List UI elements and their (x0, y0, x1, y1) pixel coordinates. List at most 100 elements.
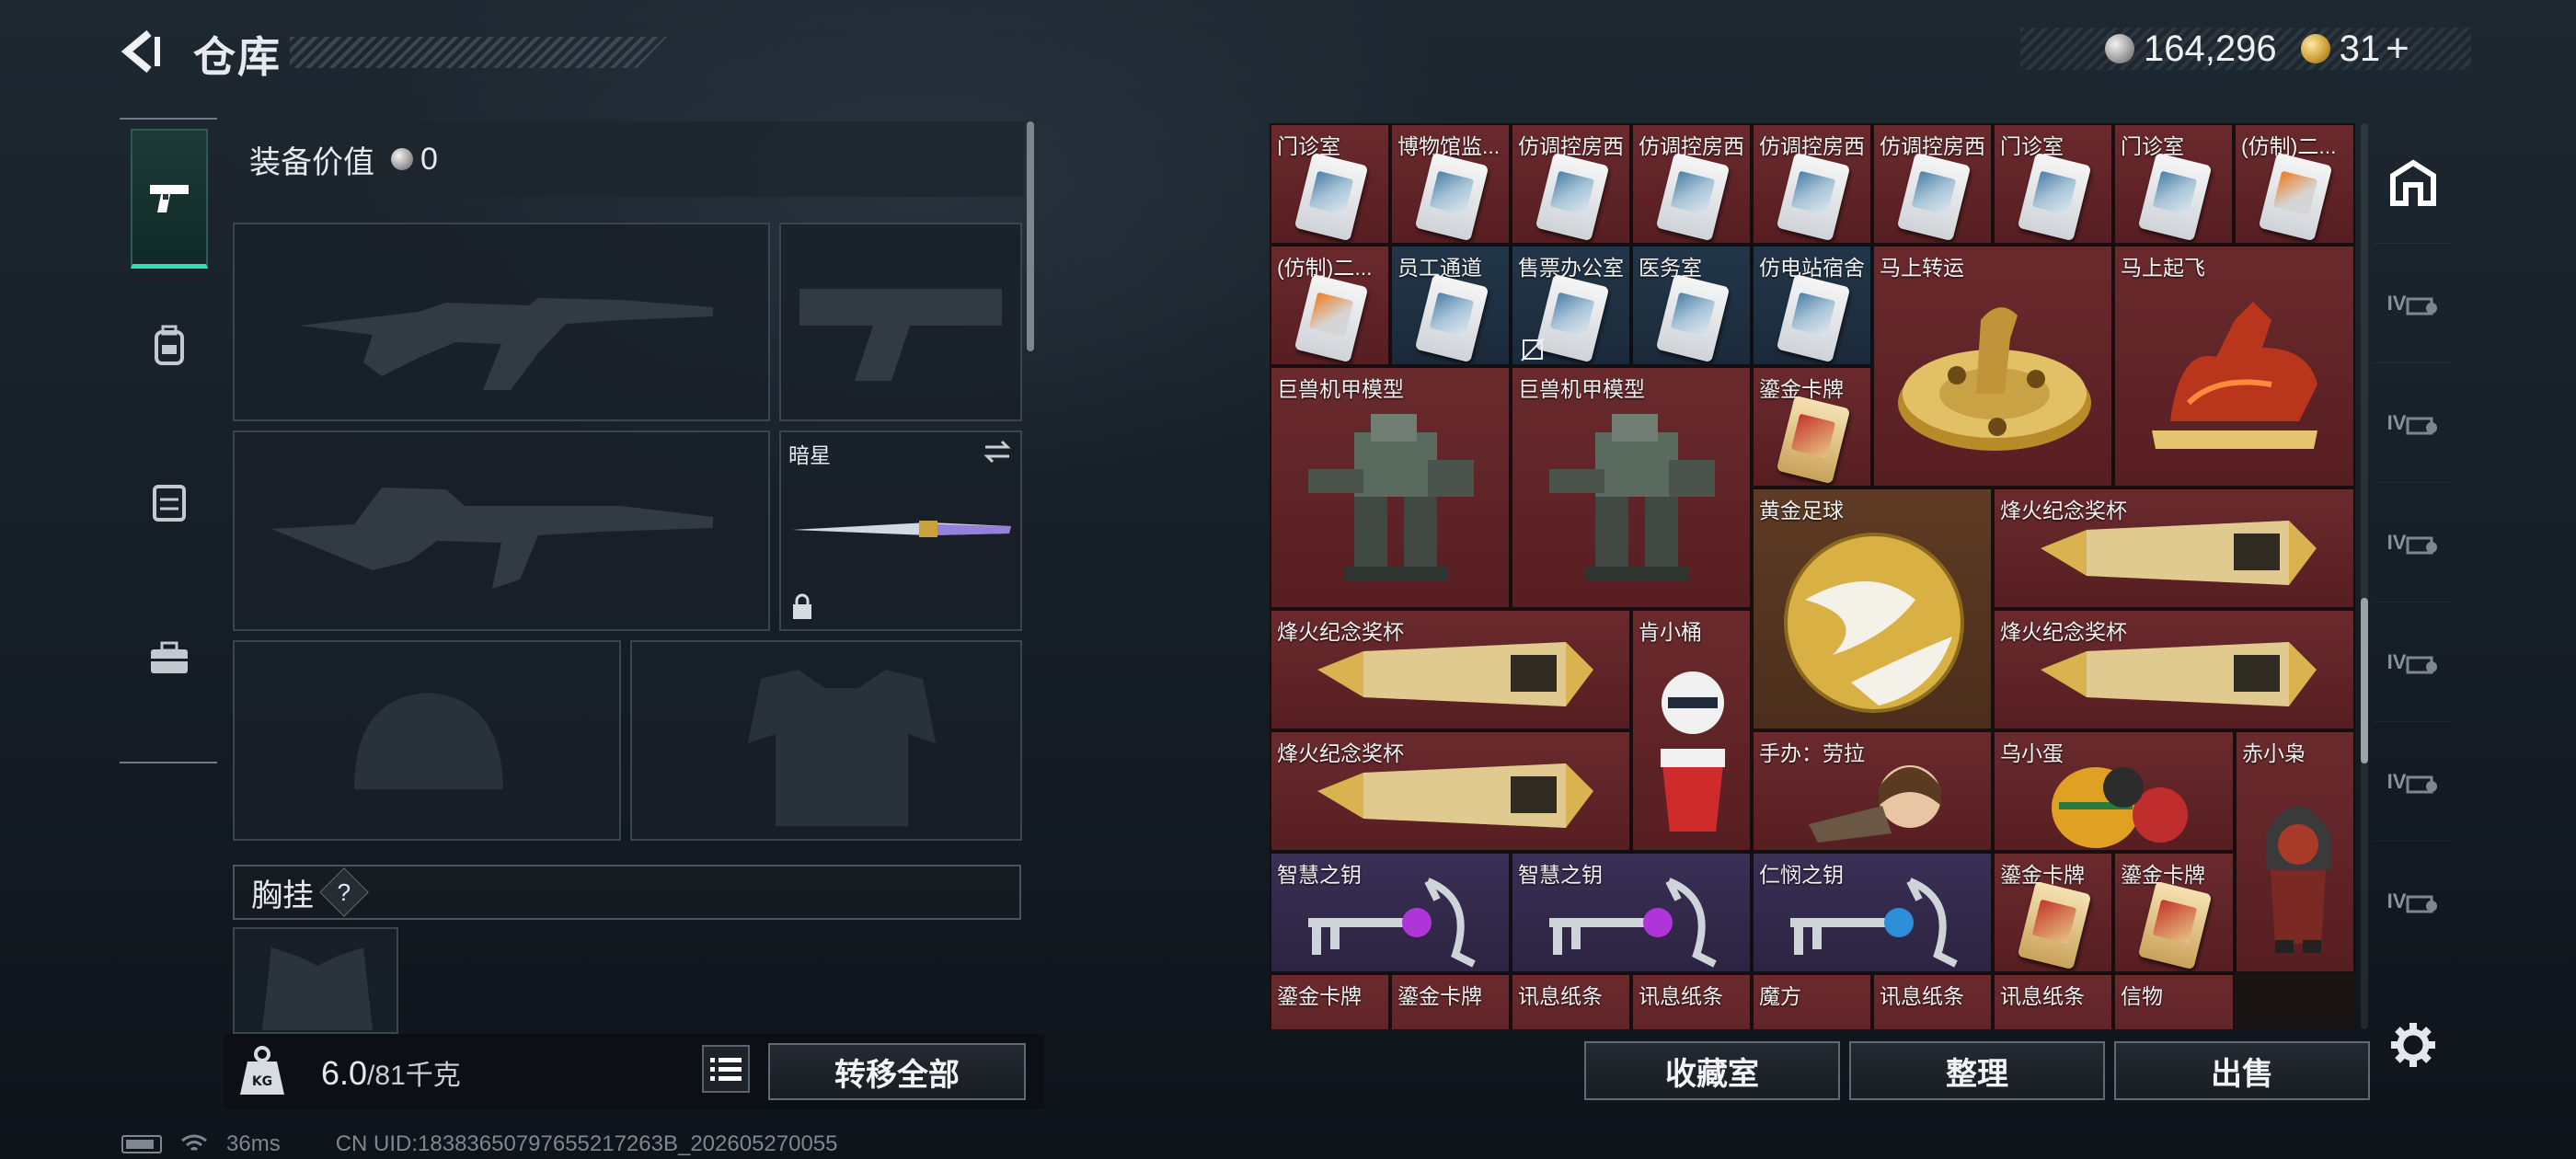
item-cell[interactable]: 烽火纪念奖杯 (1993, 609, 2355, 730)
item-cell[interactable]: 手办：劳拉 (1752, 730, 1993, 852)
armor-slot[interactable] (630, 640, 1022, 841)
weight-kg-icon: KG (240, 1046, 284, 1095)
item-cell[interactable]: 鎏金卡牌 (1270, 973, 1390, 1029)
sort-button[interactable]: 整理 (1849, 1041, 2105, 1100)
add-currency-button[interactable]: + (2386, 26, 2409, 72)
chest-rig-header: 胸挂 ? (233, 865, 1021, 920)
helmet-slot[interactable] (233, 640, 621, 841)
item-name: 讯息纸条 (1518, 984, 1603, 1008)
sidearm-slot[interactable] (779, 223, 1022, 421)
keycard-image (1414, 152, 1489, 242)
locked-storage-icon (2406, 656, 2438, 673)
ping-value: 36ms (226, 1131, 281, 1156)
item-cell[interactable]: 仿调控房西 (1631, 123, 1752, 245)
item-name: 马上转运 (1880, 256, 1964, 280)
item-cell[interactable]: 讯息纸条 (1631, 973, 1752, 1029)
item-name: 门诊室 (1277, 134, 1340, 158)
golden-football-image (1784, 533, 1964, 713)
storage-tab-6[interactable]: IV (2374, 841, 2453, 960)
key-image (1308, 878, 1476, 968)
item-cell[interactable]: 鎏金卡牌 (1993, 852, 2113, 973)
storage-tabs: IV IV IV IV IV IV (2374, 123, 2453, 1029)
item-cell[interactable]: 烽火纪念奖杯 (1270, 730, 1631, 852)
list-icon (710, 1058, 742, 1081)
storage-scrollbar-thumb[interactable] (2361, 598, 2368, 763)
laura-figure-image (1809, 765, 1941, 843)
item-cell[interactable]: 门诊室 (1993, 123, 2113, 245)
item-cell[interactable]: 售票办公室 (1511, 245, 1631, 366)
keycard-image (1896, 152, 1972, 242)
item-cell[interactable]: 门诊室 (2113, 123, 2234, 245)
storage-tab-2[interactable]: IV (2374, 362, 2453, 482)
item-cell[interactable]: 鎏金卡牌 (1390, 973, 1511, 1029)
item-cell[interactable]: (仿制)二... (1270, 245, 1390, 366)
storage-tab-level: IV (2386, 291, 2407, 315)
storage-tab-main[interactable] (2374, 123, 2453, 243)
item-cell[interactable]: 智慧之钥 (1511, 852, 1752, 973)
item-cell[interactable]: 讯息纸条 (1872, 973, 1993, 1029)
item-cell[interactable]: 巨兽机甲模型 (1270, 366, 1511, 609)
melee-slot[interactable]: 暗星 (779, 430, 1022, 631)
transfer-all-button[interactable]: 转移全部 (768, 1043, 1026, 1100)
keycard-image (1294, 152, 1369, 242)
item-cell[interactable]: 巨兽机甲模型 (1511, 366, 1752, 609)
item-cell[interactable]: 烽火纪念奖杯 (1993, 488, 2355, 609)
rifle-silhouette-icon (299, 298, 713, 390)
left-side-nav (120, 118, 217, 763)
item-cell[interactable]: 仿调控房西 (1511, 123, 1631, 245)
item-cell[interactable]: 乌小蛋 (1993, 730, 2235, 852)
backpack-icon (155, 325, 184, 365)
item-cell[interactable]: 肯小桶 (1631, 609, 1752, 852)
storage-tab-level: IV (2386, 410, 2407, 434)
item-cell[interactable]: 信物 (2113, 973, 2235, 1029)
item-cell[interactable]: (仿制)二... (2234, 123, 2355, 245)
item-cell[interactable]: 烽火纪念奖杯 (1270, 609, 1631, 730)
item-cell[interactable]: 鎏金卡牌 (1752, 366, 1872, 488)
mecha-model-image (1308, 414, 1474, 581)
storage-tab-4[interactable]: IV (2374, 602, 2453, 721)
nav-weapons[interactable] (131, 129, 208, 269)
item-cell[interactable]: 智慧之钥 (1270, 852, 1511, 973)
item-cell[interactable]: 马上转运 (1872, 245, 2113, 488)
primary-weapon-slot[interactable] (233, 223, 770, 421)
chest-rig-slot[interactable] (233, 927, 398, 1034)
item-cell[interactable]: 博物馆监... (1390, 123, 1511, 245)
armor-silhouette-icon (748, 670, 936, 826)
equipment-scrollbar[interactable] (1027, 121, 1034, 351)
item-name: 讯息纸条 (1880, 984, 1964, 1008)
storage-tab-5[interactable]: IV (2374, 721, 2453, 841)
collection-room-button[interactable]: 收藏室 (1584, 1041, 1840, 1100)
help-button[interactable]: ? (319, 867, 369, 917)
nav-toolbox[interactable] (131, 589, 208, 729)
item-cell[interactable]: 赤小枭 (2235, 730, 2355, 973)
storage-tab-1[interactable]: IV (2374, 243, 2453, 362)
item-cell[interactable]: 仿调控房西 (1752, 123, 1872, 245)
item-cell[interactable]: 仿调控房西 (1872, 123, 1993, 245)
swap-arrows-icon[interactable] (982, 438, 1013, 465)
item-cell[interactable]: 医务室 (1631, 245, 1752, 366)
secondary-weapon-slot[interactable] (233, 430, 770, 631)
item-cell[interactable]: 鎏金卡牌 (2113, 852, 2235, 973)
item-cell[interactable]: 门诊室 (1270, 123, 1390, 245)
svg-text:KG: KG (252, 1074, 272, 1089)
sell-button[interactable]: 出售 (2114, 1041, 2370, 1100)
item-cell[interactable]: 马上起飞 (2113, 245, 2355, 488)
nav-vest[interactable] (131, 432, 208, 572)
item-cell[interactable]: 仁悯之钥 (1752, 852, 1993, 973)
item-cell[interactable]: 讯息纸条 (1993, 973, 2113, 1029)
nav-backpack[interactable] (131, 276, 208, 416)
item-cell[interactable]: 讯息纸条 (1511, 973, 1631, 1029)
item-cell[interactable]: 黄金足球 (1752, 488, 1993, 730)
back-arrow-icon[interactable] (118, 28, 166, 75)
item-cell[interactable]: 员工通道 (1390, 245, 1511, 366)
item-cell[interactable]: 魔方 (1752, 973, 1872, 1029)
equipment-value-label: 装备价值 (249, 144, 374, 180)
equipment-panel: 装备价值 0 暗星 胸挂 ? (224, 121, 1044, 1111)
settings-gear-icon[interactable] (2389, 1021, 2437, 1069)
storage-tab-level: IV (2386, 530, 2407, 554)
storage-tab-3[interactable]: IV (2374, 482, 2453, 602)
item-cell[interactable]: 仿电站宿舍 (1752, 245, 1872, 366)
list-view-button[interactable] (702, 1045, 750, 1093)
item-name: 仿调控房西 (1639, 134, 1744, 158)
item-name: 仿电站宿舍 (1759, 256, 1865, 280)
